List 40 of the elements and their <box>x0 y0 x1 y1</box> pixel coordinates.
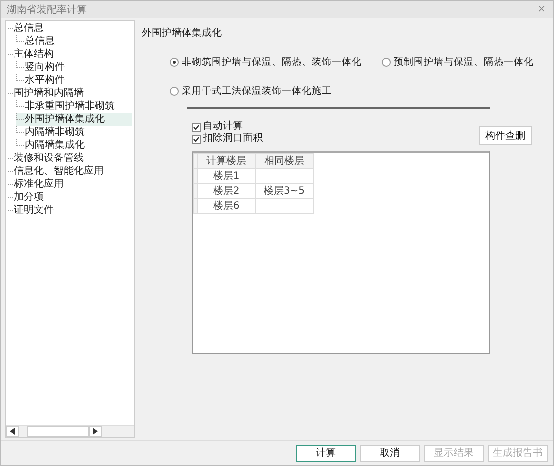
column-header: 相同楼层 <box>256 154 314 168</box>
tree-item[interactable]: 标准化应用 <box>8 178 132 191</box>
dialog-button[interactable]: 取消 <box>360 444 420 462</box>
tree-item[interactable]: 非承重围护墙非砌筑 <box>16 100 132 113</box>
dialog-button[interactable]: 计算 <box>296 444 356 462</box>
tree-item[interactable]: 证明文件 <box>8 204 132 217</box>
component-query-button[interactable]: 构件查删 <box>479 126 532 145</box>
tree-item[interactable]: 装修和设备管线 <box>8 152 132 165</box>
checkbox[interactable] <box>192 134 201 144</box>
horizontal-scrollbar[interactable] <box>6 425 134 437</box>
table-cell: 楼层3~5 <box>256 184 314 198</box>
tree-item[interactable]: 主体结构 <box>8 48 132 61</box>
tree-item[interactable]: 总信息 <box>16 35 132 48</box>
radio-label[interactable]: 非砌筑围护墙与保温、隔热、装饰一体化 <box>182 56 362 69</box>
table-cell: 楼层6 <box>198 198 256 214</box>
tree-item[interactable]: 外围护墙体集成化 <box>16 113 132 126</box>
tree-item[interactable]: 竖向构件 <box>16 61 132 74</box>
checkbox[interactable] <box>192 122 201 132</box>
radio-label[interactable]: 预制围护墙与保温、隔热一体化 <box>394 56 534 69</box>
tree-item[interactable]: 围护墙和内隔墙 <box>8 87 132 100</box>
checkbox-label[interactable]: 自动计算 <box>203 121 243 133</box>
table-cell: 楼层1 <box>198 168 256 184</box>
radio-button[interactable] <box>382 58 391 67</box>
tree-item[interactable]: 内隔墙集成化 <box>16 139 132 152</box>
panel-title: 外围护墙体集成化 <box>142 26 223 40</box>
tree-item[interactable]: 总信息 <box>8 22 132 35</box>
scroll-left-icon[interactable] <box>6 426 19 437</box>
tree-item[interactable]: 水平构件 <box>16 74 132 87</box>
tree-item[interactable]: 信息化、智能化应用 <box>8 165 132 178</box>
scroll-right-icon[interactable] <box>89 426 102 437</box>
column-header: 计算楼层 <box>198 154 256 168</box>
tree-item[interactable]: 内隔墙非砌筑 <box>16 126 132 139</box>
window-title: 湖南省装配率计算 <box>7 4 87 16</box>
radio-button[interactable] <box>170 58 179 67</box>
radio-label[interactable]: 采用干式工法保温装饰一体化施工 <box>182 85 332 98</box>
scroll-thumb[interactable] <box>27 426 89 437</box>
checkbox-label[interactable]: 扣除洞口面积 <box>203 133 263 145</box>
table-cell: 楼层2 <box>198 184 256 198</box>
tree-item[interactable]: 加分项 <box>8 191 132 204</box>
radio-button[interactable] <box>170 87 179 96</box>
